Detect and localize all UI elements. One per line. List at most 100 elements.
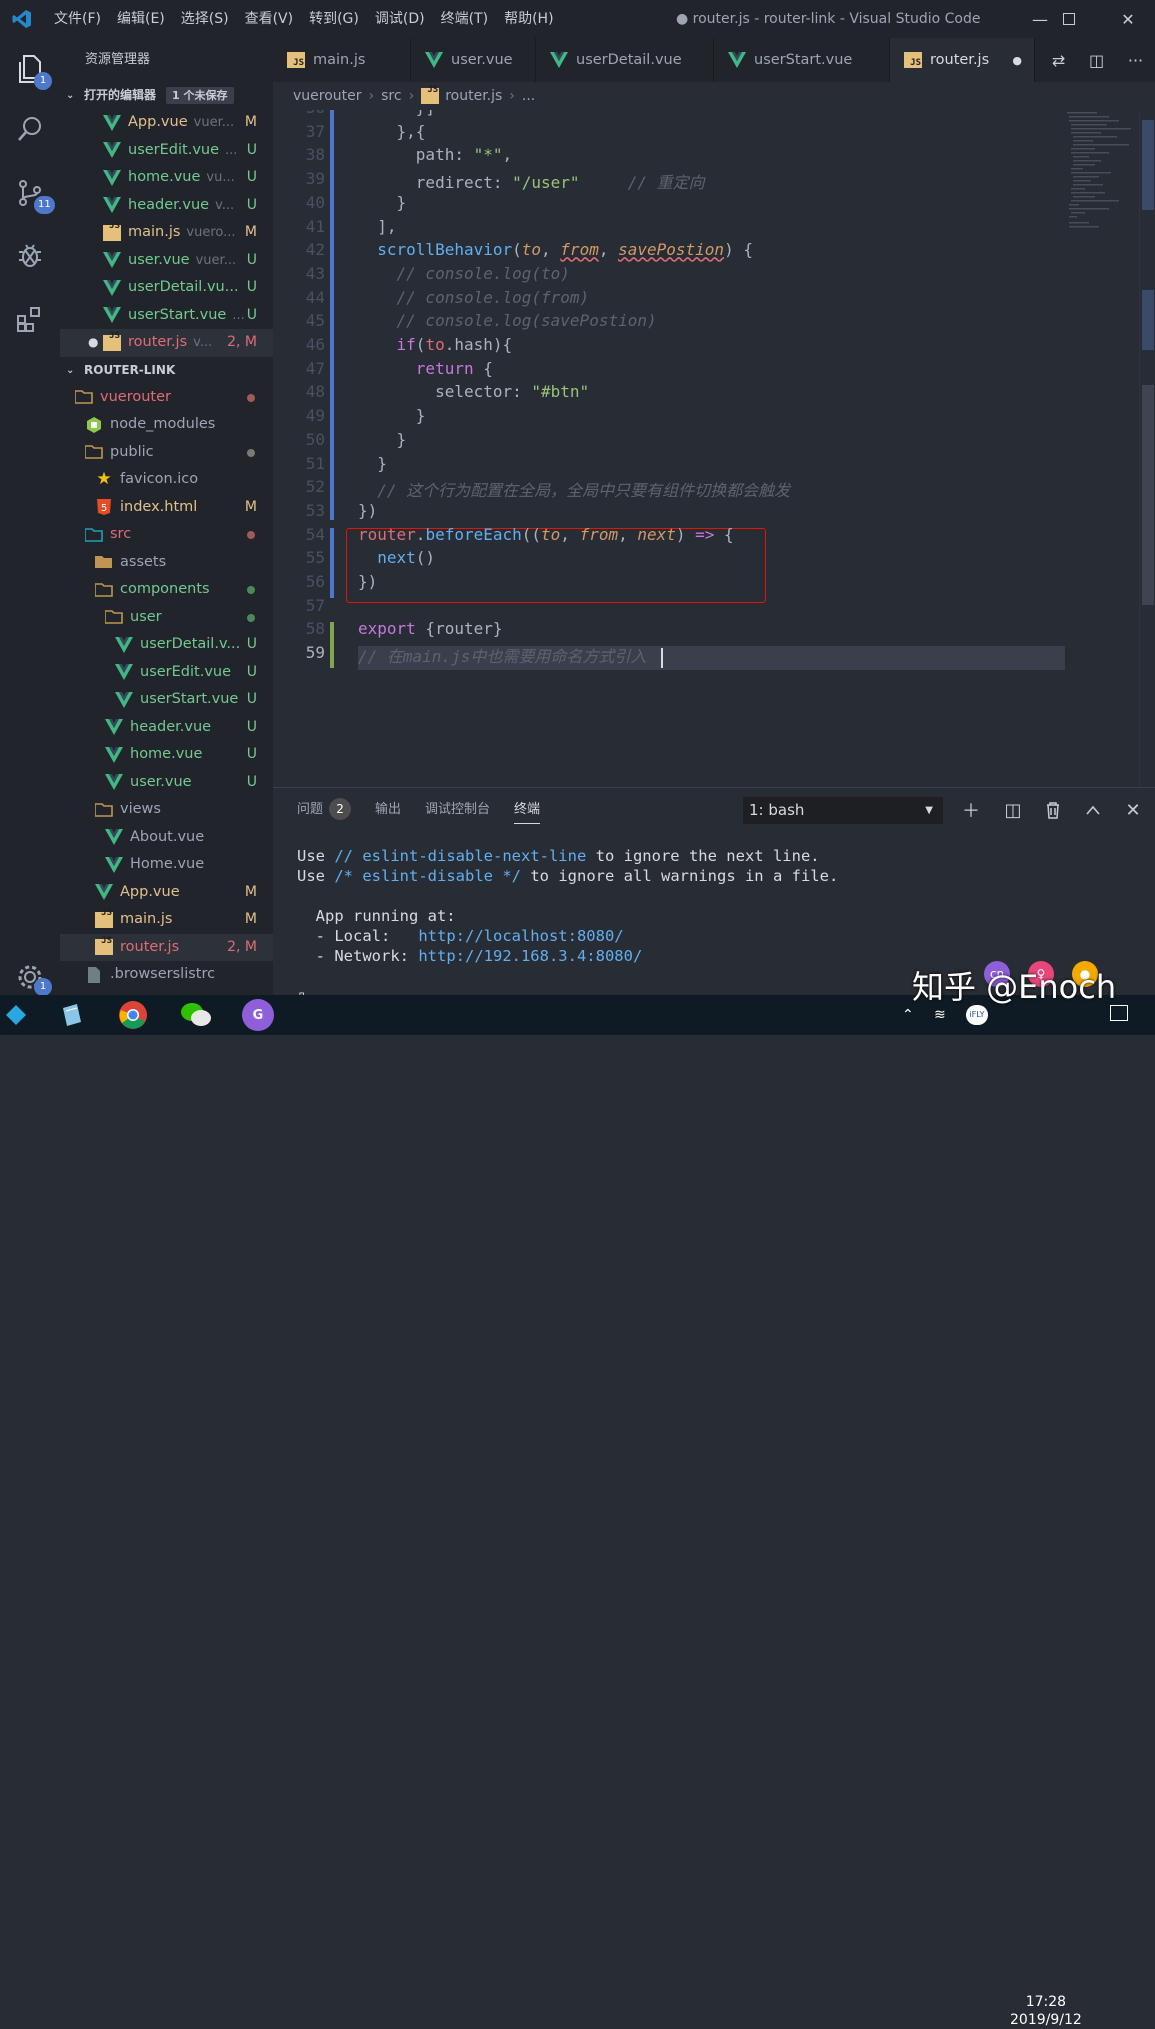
tab-debug-console[interactable]: 调试控制台 (425, 788, 490, 832)
clock[interactable]: 17:28 2019/9/12 (1010, 1993, 1082, 2029)
tab-userDetail-vue[interactable]: userDetail.vue (536, 38, 714, 82)
tree-item[interactable]: vuerouter (60, 384, 273, 412)
open-editors-header[interactable]: ⌄ 打开的编辑器 1 个未保存 (60, 82, 273, 109)
tree-item[interactable]: userDetail.v... U (60, 631, 273, 659)
minimap[interactable] (1065, 110, 1137, 787)
code-line[interactable]: next() (358, 548, 435, 567)
tab-output[interactable]: 输出 (375, 788, 401, 832)
breadcrumb-item[interactable]: ... (522, 82, 535, 110)
open-editor-item[interactable]: home.vue vu... U (60, 164, 273, 192)
tab-main-js[interactable]: JS main.js (273, 38, 411, 82)
code-line[interactable]: },{ (358, 122, 426, 141)
open-editor-item[interactable]: user.vue vuer... U (60, 247, 273, 275)
tab-userStart-vue[interactable]: userStart.vue (714, 38, 890, 82)
tree-item[interactable]: views (60, 796, 273, 824)
close-panel-icon[interactable]: ✕ (1123, 800, 1143, 821)
tree-item[interactable]: user.vue U (60, 769, 273, 797)
tree-item[interactable]: header.vue U (60, 714, 273, 742)
extensions-icon[interactable] (0, 290, 60, 348)
code-line[interactable]: ], (358, 217, 396, 236)
tray-chevron-icon[interactable]: ⌃ (902, 1007, 914, 1023)
tree-item[interactable]: ★ favicon.ico (60, 466, 273, 494)
tree-item[interactable]: components (60, 576, 273, 604)
terminal-link[interactable]: eslint-disable-next-line (362, 847, 586, 865)
source-control-icon[interactable]: 11 (0, 164, 60, 222)
tab-problems[interactable]: 问题 2 (297, 788, 352, 832)
open-editor-item[interactable]: JS main.js vuero... M (60, 219, 273, 247)
code-line[interactable]: }) (358, 501, 377, 520)
trash-icon[interactable] (1043, 800, 1063, 820)
maximize-panel-icon[interactable] (1083, 800, 1103, 820)
code-line[interactable]: } (358, 406, 426, 425)
code-line[interactable]: redirect: "/user" // 重定向 (358, 169, 705, 193)
tree-item[interactable]: Home.vue (60, 851, 273, 879)
breadcrumb-item[interactable]: vuerouter (293, 82, 362, 110)
terminal-select[interactable]: 1: bash ▼ (743, 797, 943, 824)
tree-item[interactable]: node_modules (60, 411, 273, 439)
code-line[interactable]: selector: "#btn" (358, 382, 589, 401)
tree-item[interactable]: user (60, 604, 273, 632)
tree-item[interactable]: userEdit.vue U (60, 659, 273, 687)
open-editor-item[interactable]: userDetail.vu... U (60, 274, 273, 302)
code-line[interactable]: }] (358, 110, 435, 117)
menu-item[interactable]: 选择(S) (173, 0, 237, 38)
tab-router-js[interactable]: JS router.js ● (890, 38, 1035, 82)
split-terminal-icon[interactable]: ◫ (1003, 800, 1023, 821)
tree-item[interactable]: userStart.vue U (60, 686, 273, 714)
menu-item[interactable]: 转到(G) (301, 0, 367, 38)
code-line[interactable]: router.beforeEach((to, from, next) => { (358, 525, 734, 544)
code-line[interactable]: // console.log(to) (358, 264, 570, 283)
add-terminal-icon[interactable]: ＋ (961, 800, 981, 822)
open-editor-item[interactable]: ● JS router.js v... 2, M (60, 329, 273, 357)
code-line[interactable]: // console.log(savePostion) (358, 311, 657, 330)
code-line[interactable]: path: "*", (358, 145, 512, 164)
open-editor-item[interactable]: userStart.vue... U (60, 302, 273, 330)
code-line[interactable]: export {router} (358, 619, 503, 638)
editor-scrollbar[interactable] (1139, 110, 1155, 787)
code-line[interactable]: }) (358, 572, 377, 591)
menu-item[interactable]: 查看(V) (237, 0, 302, 38)
compare-changes-icon[interactable]: ⇄ (1052, 51, 1065, 70)
open-editor-item[interactable]: userEdit.vue... U (60, 137, 273, 165)
terminal-link[interactable]: http://localhost:8080/ (418, 927, 623, 945)
menu-item[interactable]: 终端(T) (433, 0, 496, 38)
tree-item[interactable]: App.vue M (60, 879, 273, 907)
wifi-icon[interactable]: ≋ (934, 1007, 946, 1023)
terminal-link[interactable]: eslint-disable (362, 867, 493, 885)
code-line[interactable]: } (358, 454, 387, 473)
code-line[interactable]: } (358, 193, 407, 212)
code-line[interactable]: // console.log(from) (358, 288, 590, 307)
tree-item[interactable]: About.vue (60, 824, 273, 852)
tab-terminal[interactable]: 终端 (514, 788, 541, 832)
tree-item[interactable]: JS router.js 2, M (60, 933, 273, 961)
menu-item[interactable]: 调试(D) (367, 0, 433, 38)
code-line[interactable]: return { (358, 359, 493, 378)
maximize-button[interactable] (1046, 0, 1092, 38)
project-header[interactable]: ⌄ ROUTER-LINK (60, 357, 273, 384)
tree-item[interactable]: assets (60, 549, 273, 577)
chrome-icon[interactable] (117, 999, 149, 1031)
breadcrumb-item[interactable]: router.js (445, 82, 502, 110)
tree-item[interactable]: home.vue U (60, 741, 273, 769)
scrollbar-thumb[interactable] (1142, 385, 1154, 605)
notepad-icon[interactable] (56, 999, 88, 1031)
menu-item[interactable]: 帮助(H) (496, 0, 561, 38)
app-icon[interactable] (0, 999, 32, 1031)
tree-item[interactable]: JS main.js M (60, 906, 273, 934)
terminal-link[interactable]: http://192.168.3.4:8080/ (418, 947, 642, 965)
code-line[interactable]: scrollBehavior(to, from, savePostion) { (358, 240, 753, 259)
app-g-icon[interactable]: G (242, 999, 274, 1031)
close-button[interactable]: ✕ (1105, 0, 1151, 38)
code-editor[interactable]: 36 }] 37 },{38 path: "*", 39 redirect: "/u… (273, 110, 1139, 787)
tree-item[interactable]: .browserslistrc (60, 961, 273, 989)
menu-item[interactable]: 编辑(E) (109, 0, 173, 38)
tree-item[interactable]: src (60, 521, 273, 549)
wechat-icon[interactable] (180, 999, 212, 1031)
code-line[interactable]: // 这个行为配置在全局，全局中只要有组件切换都会触发 (358, 477, 790, 501)
explorer-icon[interactable]: 1 (0, 40, 60, 98)
more-actions-icon[interactable]: ··· (1128, 51, 1143, 70)
tree-item[interactable]: 5 index.html M (60, 494, 273, 522)
code-line[interactable]: if(to.hash){ (358, 335, 513, 354)
split-editor-icon[interactable]: ◫ (1089, 51, 1104, 70)
tree-item[interactable]: public (60, 439, 273, 467)
